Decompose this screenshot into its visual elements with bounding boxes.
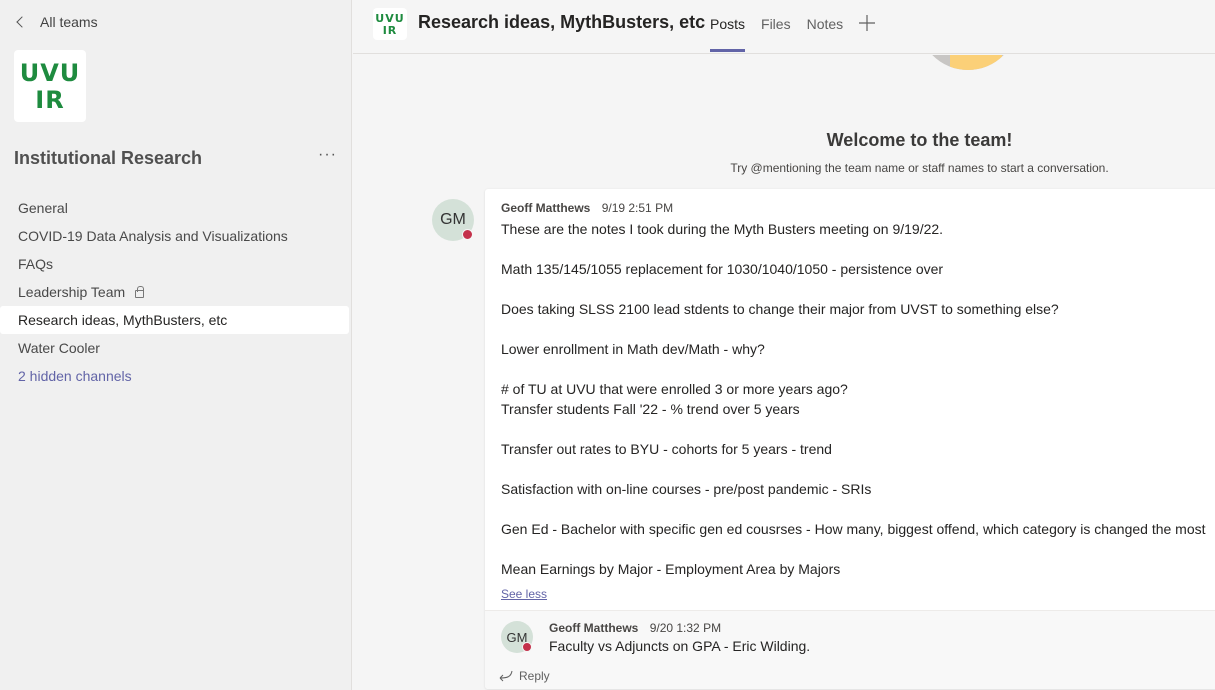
tab-files[interactable]: Files — [761, 0, 791, 48]
channel-label: Water Cooler — [18, 340, 100, 356]
post-body: These are the notes I took during the My… — [501, 219, 1215, 579]
channel-list: General COVID-19 Data Analysis and Visua… — [0, 194, 352, 390]
hidden-channels-label: 2 hidden channels — [18, 368, 132, 384]
post-line — [501, 279, 1215, 299]
post-line: Transfer students Fall '22 - % trend ove… — [501, 401, 800, 417]
post-line — [501, 539, 1215, 559]
post-line: Mean Earnings by Major - Employment Area… — [501, 561, 841, 577]
channel-logo-line1: UVU — [375, 11, 405, 25]
post-line: Satisfaction with on-line courses - pre/… — [501, 481, 872, 497]
reply-meta: Geoff Matthews 9/20 1:32 PM — [549, 621, 721, 635]
post-line — [501, 499, 1215, 519]
channel-label: COVID-19 Data Analysis and Visualization… — [18, 228, 288, 244]
post-author[interactable]: Geoff Matthews — [501, 201, 590, 215]
tab-posts[interactable]: Posts — [710, 0, 746, 52]
welcome-subtitle: Try @mentioning the team name or staff n… — [730, 161, 1109, 175]
post-card: Geoff Matthews 9/19 2:51 PM These are th… — [485, 189, 1215, 689]
see-less-link[interactable]: See less — [501, 587, 547, 601]
welcome-title: Welcome to the team! — [826, 130, 1013, 150]
post-line: Gen Ed - Bachelor with specific gen ed c… — [501, 521, 1206, 537]
presence-busy-icon — [462, 229, 473, 240]
reply-avatar[interactable]: GM — [501, 621, 533, 653]
chevron-left-icon — [16, 16, 28, 28]
reply-thread: GM Geoff Matthews 9/20 1:32 PM Faculty v… — [485, 610, 1215, 689]
team-sidebar: All teams UVU IR Institutional Research … — [0, 0, 352, 690]
channel-team-logo: UVU IR — [373, 8, 407, 40]
post-line: # of TU at UVU that were enrolled 3 or m… — [501, 381, 848, 397]
team-logo: UVU IR — [14, 50, 86, 122]
post-line: Lower enrollment in Math dev/Math - why? — [501, 341, 765, 357]
reply-arrow-icon — [499, 670, 513, 682]
welcome-illustration — [918, 55, 1018, 70]
reply-text: Faculty vs Adjuncts on GPA - Eric Wildin… — [549, 638, 811, 654]
channel-tabs: Posts Files Notes — [710, 0, 876, 54]
add-tab-button[interactable] — [859, 0, 876, 46]
avatar[interactable]: GM — [432, 199, 474, 241]
channel-faqs[interactable]: FAQs — [0, 250, 349, 278]
all-teams-back-link[interactable]: All teams — [14, 12, 98, 32]
illustration-yellow-segment — [950, 55, 1002, 70]
channel-label: Leadership Team — [18, 284, 126, 300]
team-logo-line2: IR — [35, 85, 65, 114]
posts-feed[interactable]: Welcome to the team! Try @mentioning the… — [353, 55, 1215, 690]
post-line: These are the notes I took during the My… — [501, 221, 944, 237]
lock-icon — [135, 285, 145, 298]
post-line — [501, 359, 1215, 379]
post-line — [501, 239, 1215, 259]
team-name: Institutional Research — [14, 148, 203, 168]
channel-title: Research ideas, MythBusters, etc — [418, 12, 706, 32]
tab-notes[interactable]: Notes — [807, 0, 844, 48]
plus-icon — [859, 15, 876, 31]
channel-logo-line2: IR — [382, 23, 398, 37]
avatar-initials: GM — [440, 211, 466, 228]
all-teams-label: All teams — [40, 14, 98, 30]
channel-covid-19[interactable]: COVID-19 Data Analysis and Visualization… — [0, 222, 349, 250]
post-line: Transfer out rates to BYU - cohorts for … — [501, 441, 832, 457]
channel-research-ideas[interactable]: Research ideas, MythBusters, etc — [0, 306, 349, 334]
channel-label: General — [18, 200, 68, 216]
channel-general[interactable]: General — [0, 194, 349, 222]
post-line — [501, 419, 1215, 439]
reply-label: Reply — [519, 669, 550, 683]
post-line: Does taking SLSS 2100 lead stdents to ch… — [501, 301, 1059, 317]
reply-author[interactable]: Geoff Matthews — [549, 621, 638, 635]
channel-label: Research ideas, MythBusters, etc — [18, 312, 228, 328]
post-timestamp: 9/19 2:51 PM — [601, 201, 674, 215]
channel-leadership-team[interactable]: Leadership Team — [0, 278, 349, 306]
channel-label: FAQs — [18, 256, 54, 272]
channel-header: UVU IR Research ideas, MythBusters, etc … — [353, 0, 1215, 54]
team-logo-line1: UVU — [19, 58, 81, 87]
post-meta: Geoff Matthews 9/19 2:51 PM — [501, 201, 673, 215]
reply-timestamp: 9/20 1:32 PM — [649, 621, 722, 635]
channel-water-cooler[interactable]: Water Cooler — [0, 334, 349, 362]
presence-busy-icon — [522, 642, 532, 652]
post-line — [501, 459, 1215, 479]
post-line: Math 135/145/1055 replacement for 1030/1… — [501, 261, 944, 277]
post-line — [501, 319, 1215, 339]
hidden-channels-link[interactable]: 2 hidden channels — [0, 362, 349, 390]
reply-button[interactable]: Reply — [499, 669, 550, 683]
ellipsis-icon[interactable]: ··· — [318, 146, 337, 164]
